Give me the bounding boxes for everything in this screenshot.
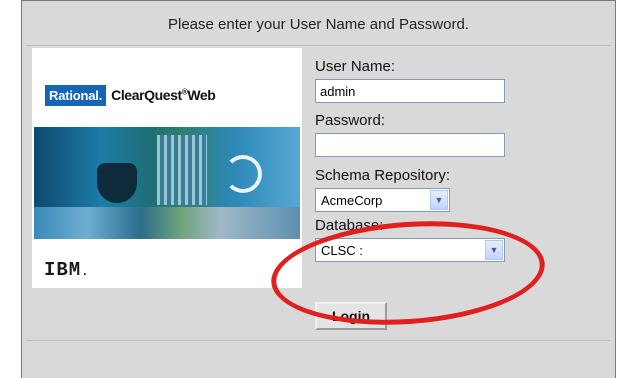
collage-columns [157, 135, 207, 205]
rational-logo: Rational. [45, 84, 107, 106]
product-name-text: ClearQuest [111, 87, 182, 103]
username-label: User Name: [315, 58, 396, 75]
password-label: Password: [315, 112, 386, 129]
collage-hand [97, 163, 137, 203]
password-input[interactable] [315, 133, 505, 157]
branding-panel: Rational. ClearQuest®Web IBM. [32, 48, 302, 288]
divider [26, 340, 611, 341]
collage-spiral-icon [224, 155, 262, 193]
ibm-logo-dot: . [81, 265, 90, 279]
schema-repository-value: AcmeCorp [321, 192, 383, 208]
username-input[interactable] [315, 79, 505, 103]
product-suffix: Web [187, 87, 216, 103]
ibm-logo-text: IBM [44, 259, 82, 281]
login-prompt: Please enter your User Name and Password… [168, 16, 469, 33]
product-brand: Rational. ClearQuest®Web [45, 84, 216, 106]
brand-collage-image [34, 127, 300, 239]
ibm-logo: IBM. [44, 259, 89, 281]
collage-band [34, 207, 300, 239]
schema-repository-select[interactable]: AcmeCorp ▼ [315, 188, 450, 212]
product-name: ClearQuest®Web [111, 87, 216, 103]
schema-repository-label: Schema Repository: [315, 167, 451, 184]
login-dialog: Please enter your User Name and Password… [21, 0, 616, 378]
divider [26, 45, 611, 46]
chevron-down-icon[interactable]: ▼ [430, 190, 448, 210]
